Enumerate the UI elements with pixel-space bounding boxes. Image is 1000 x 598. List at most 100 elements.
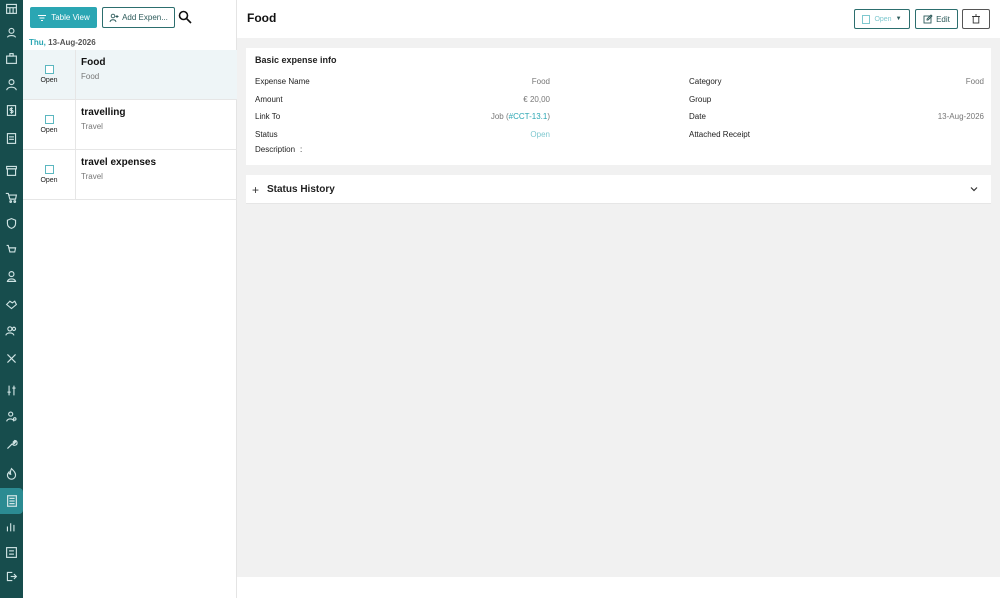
logout-icon[interactable] bbox=[3, 568, 19, 584]
tools-icon[interactable] bbox=[3, 350, 19, 366]
wrench-icon[interactable] bbox=[3, 436, 19, 452]
status-dropdown-button[interactable]: Open ▼ bbox=[854, 9, 910, 29]
row-checkbox[interactable] bbox=[44, 115, 54, 124]
status-badge: Open bbox=[530, 130, 550, 139]
row-subtitle: Travel bbox=[81, 122, 103, 131]
row-subtitle: Travel bbox=[81, 172, 103, 181]
row-body: travelling Travel bbox=[76, 100, 125, 149]
list-doc-icon[interactable] bbox=[3, 544, 19, 560]
dollar-doc-icon[interactable] bbox=[3, 102, 19, 118]
basic-info-card: Basic expense info Expense Name Food Amo… bbox=[246, 48, 991, 165]
date-field: Date 13-Aug-2026 bbox=[689, 112, 984, 121]
category-field: Category Food bbox=[689, 77, 984, 86]
row-status-cell: Open bbox=[23, 100, 76, 149]
delete-button[interactable] bbox=[962, 9, 990, 29]
edit-button[interactable]: Edit bbox=[915, 9, 958, 29]
row-status-label: Open bbox=[40, 127, 58, 134]
amount-field: Amount € 20,00 bbox=[255, 95, 550, 104]
row-subtitle: Food bbox=[81, 72, 100, 81]
table-view-label: Table View bbox=[51, 13, 90, 22]
field-label: Amount bbox=[255, 95, 283, 104]
status-history-section[interactable]: + Status History bbox=[246, 175, 991, 204]
row-status-cell: Open bbox=[23, 50, 76, 99]
trash-icon bbox=[972, 14, 980, 24]
calendar-grid-icon[interactable] bbox=[3, 0, 19, 16]
field-label: Link To bbox=[255, 112, 281, 121]
field-label: Status bbox=[255, 130, 278, 139]
app-icon-rail bbox=[0, 0, 23, 598]
add-expense-label: Add Expen... bbox=[122, 13, 168, 22]
expense-detail-panel: Food Open ▼ Edit Basic expense info Expe… bbox=[237, 0, 1000, 598]
handshake-icon[interactable] bbox=[3, 296, 19, 312]
field-value: Food bbox=[965, 77, 984, 86]
row-body: travel expenses Travel bbox=[76, 150, 156, 199]
row-status-label: Open bbox=[40, 77, 58, 84]
field-label: Description bbox=[255, 145, 296, 154]
field-label: Category bbox=[689, 77, 722, 86]
detail-header: Food Open ▼ Edit bbox=[237, 0, 1000, 38]
person-gear-icon[interactable] bbox=[3, 408, 19, 424]
add-user-icon bbox=[109, 13, 119, 22]
page-title: Food bbox=[247, 11, 277, 25]
row-title: travelling bbox=[81, 107, 126, 118]
cart-icon[interactable] bbox=[3, 189, 19, 205]
field-label: Date bbox=[689, 112, 706, 121]
archive-icon[interactable] bbox=[3, 162, 19, 178]
expense-list: Open Food Food Open travelling Travel Op… bbox=[23, 50, 237, 200]
list-item[interactable]: Open travelling Travel bbox=[23, 100, 237, 150]
list-item[interactable]: Open travel expenses Travel bbox=[23, 150, 237, 200]
job-link[interactable]: #CCT-13.1 bbox=[509, 112, 548, 121]
users-icon[interactable] bbox=[3, 322, 19, 338]
status-field: Status Open bbox=[255, 130, 550, 139]
add-expense-button[interactable]: Add Expen... bbox=[102, 7, 175, 28]
document-icon[interactable] bbox=[3, 130, 19, 146]
caret-down-icon: ▼ bbox=[895, 16, 902, 22]
cart-alt-icon[interactable] bbox=[3, 241, 19, 257]
edit-icon bbox=[923, 14, 933, 24]
sliders-icon[interactable] bbox=[3, 382, 19, 398]
row-title: Food bbox=[81, 57, 106, 68]
location-user-icon[interactable] bbox=[3, 24, 19, 40]
briefcase-icon[interactable] bbox=[3, 50, 19, 66]
row-status-label: Open bbox=[40, 177, 58, 184]
filter-lines-icon bbox=[38, 14, 47, 21]
field-label: Group bbox=[689, 95, 712, 104]
field-label: Expense Name bbox=[255, 77, 310, 86]
link-to-field: Link To Job (#CCT-13.1) bbox=[255, 112, 550, 121]
list-toolbar: Table View Add Expen... bbox=[23, 0, 236, 35]
description-field: Description : bbox=[255, 145, 302, 154]
date-group-header: Thu, 13-Aug-2026 bbox=[29, 38, 96, 47]
shield-icon[interactable] bbox=[3, 215, 19, 231]
date-value: 13-Aug-2026 bbox=[48, 38, 96, 47]
field-separator: : bbox=[300, 145, 303, 154]
row-title: travel expenses bbox=[81, 157, 157, 168]
field-value: Food bbox=[531, 77, 550, 86]
date-day-of-week: Thu, bbox=[29, 38, 46, 47]
user-icon[interactable] bbox=[3, 76, 19, 92]
link-suffix: ) bbox=[547, 112, 550, 121]
chevron-down-icon[interactable] bbox=[969, 184, 979, 194]
status-history-title: Status History bbox=[267, 184, 335, 195]
row-checkbox[interactable] bbox=[44, 65, 54, 74]
table-view-button[interactable]: Table View bbox=[30, 7, 97, 28]
status-dropdown-label: Open bbox=[874, 15, 892, 23]
row-body: Food Food bbox=[76, 50, 105, 99]
plus-icon[interactable]: + bbox=[252, 183, 259, 197]
person-shield-icon[interactable] bbox=[3, 268, 19, 284]
card-title: Basic expense info bbox=[255, 55, 337, 65]
row-checkbox[interactable] bbox=[44, 165, 54, 174]
edit-label: Edit bbox=[936, 14, 950, 24]
group-field: Group bbox=[689, 95, 984, 104]
footer-bar bbox=[237, 577, 1000, 598]
list-item[interactable]: Open Food Food bbox=[23, 50, 237, 100]
status-box-icon bbox=[862, 14, 871, 24]
search-icon[interactable] bbox=[178, 10, 192, 24]
attached-receipt-field: Attached Receipt bbox=[689, 130, 984, 139]
field-label: Attached Receipt bbox=[689, 130, 750, 139]
bar-chart-icon[interactable] bbox=[3, 518, 19, 534]
expenses-icon[interactable] bbox=[0, 488, 23, 514]
row-status-cell: Open bbox=[23, 150, 76, 199]
link-prefix: Job ( bbox=[490, 112, 509, 121]
expense-name-field: Expense Name Food bbox=[255, 77, 550, 86]
fire-icon[interactable] bbox=[3, 465, 19, 481]
